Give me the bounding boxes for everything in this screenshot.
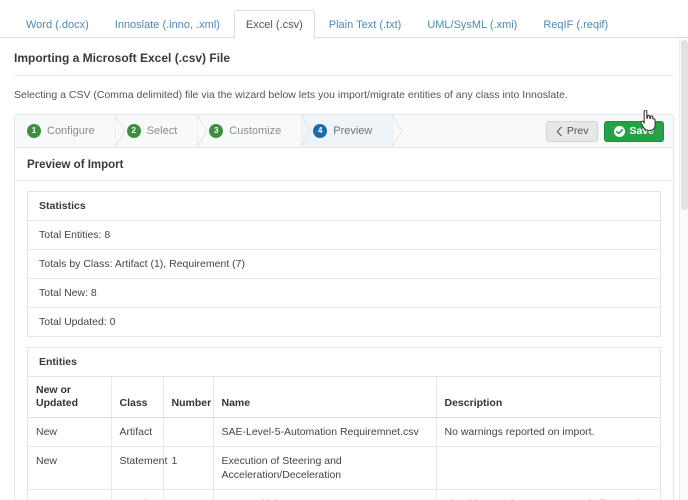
wizard-step-select[interactable]: 2 Select — [115, 115, 198, 147]
cell-description: The driver assistance system shall steer… — [436, 490, 660, 500]
preview-panel: Preview of Import Statistics Total Entit… — [14, 148, 674, 500]
entities-heading: Entities — [28, 348, 660, 377]
cell-number: 1 — [163, 447, 213, 490]
step-number-badge: 3 — [209, 124, 223, 138]
save-button-label: Save — [629, 126, 654, 137]
cell-description — [436, 447, 660, 490]
step-number-badge: 1 — [27, 124, 41, 138]
column-header-class: Class — [111, 377, 163, 418]
save-button[interactable]: Save — [604, 121, 664, 142]
check-circle-icon — [614, 126, 625, 137]
step-chevron-icon — [115, 115, 125, 147]
step-chevron-icon — [301, 115, 311, 147]
page-scrollbar-track[interactable] — [679, 38, 688, 500]
tab-excel-csv[interactable]: Excel (.csv) — [234, 10, 315, 39]
page-title: Importing a Microsoft Excel (.csv) File — [14, 50, 674, 66]
wizard-step-configure[interactable]: 1 Configure — [15, 115, 115, 147]
cell-status: New — [28, 418, 111, 447]
column-header-name: Name — [213, 377, 436, 418]
preview-panel-body: Statistics Total Entities: 8 Totals by C… — [15, 181, 673, 500]
table-row[interactable]: New Artifact SAE-Level-5-Automation Requ… — [28, 418, 660, 447]
statistics-row-total-new: Total New: 8 — [28, 279, 660, 308]
statistics-row-total-updated: Total Updated: 0 — [28, 308, 660, 337]
tab-word-docx[interactable]: Word (.docx) — [14, 10, 101, 38]
tab-label: Excel (.csv) — [246, 19, 303, 31]
wizard-step-customize[interactable]: 3 Customize — [197, 115, 301, 147]
chevron-left-icon — [556, 127, 563, 136]
prev-button[interactable]: Prev — [546, 121, 599, 142]
tab-label: ReqIF (.reqif) — [543, 19, 608, 31]
entities-table: New or Updated Class Number Name Descrip… — [28, 377, 660, 500]
column-header-new-or-updated: New or Updated — [28, 377, 111, 418]
page-description: Selecting a CSV (Comma delimited) file v… — [0, 76, 688, 114]
tab-innoslate-inno-xml[interactable]: Innoslate (.inno, .xml) — [103, 10, 232, 38]
table-row[interactable]: New Requirement 1.1 Steer Vehicle The dr… — [28, 490, 660, 500]
entities-table-header: New or Updated Class Number Name Descrip… — [28, 377, 660, 418]
statistics-box: Statistics Total Entities: 8 Totals by C… — [27, 191, 661, 337]
column-header-number: Number — [163, 377, 213, 418]
step-label: Preview — [333, 125, 372, 137]
page-scrollbar-thumb[interactable] — [681, 40, 688, 210]
wizard-step-preview[interactable]: 4 Preview — [301, 115, 392, 147]
prev-button-label: Prev — [567, 126, 589, 137]
statistics-heading: Statistics — [28, 192, 660, 221]
cell-name: SAE-Level-5-Automation Requiremnet.csv — [213, 418, 436, 447]
tab-plain-text-txt[interactable]: Plain Text (.txt) — [317, 10, 414, 38]
wizard-steps: 1 Configure 2 Select 3 Customize — [15, 115, 546, 147]
cell-status: New — [28, 447, 111, 490]
cell-name: Execution of Steering and Acceleration/D… — [213, 447, 436, 490]
cell-number — [163, 418, 213, 447]
tab-label: Plain Text (.txt) — [329, 19, 402, 31]
import-wizard-page: Word (.docx) Innoslate (.inno, .xml) Exc… — [0, 0, 688, 500]
tab-label: Innoslate (.inno, .xml) — [115, 19, 220, 31]
table-header-row: New or Updated Class Number Name Descrip… — [28, 377, 660, 418]
page-header: Importing a Microsoft Excel (.csv) File — [0, 38, 688, 76]
tab-reqif[interactable]: ReqIF (.reqif) — [531, 10, 620, 38]
step-label: Configure — [47, 125, 95, 137]
step-chevron-icon — [392, 115, 402, 147]
cell-name: Steer Vehicle — [213, 490, 436, 500]
preview-panel-title: Preview of Import — [15, 148, 673, 181]
step-number-badge: 4 — [313, 124, 327, 138]
cell-class: Requirement — [111, 490, 163, 500]
format-tab-bar: Word (.docx) Innoslate (.inno, .xml) Exc… — [0, 0, 688, 38]
tab-label: UML/SysML (.xmi) — [427, 19, 517, 31]
entities-table-body: New Artifact SAE-Level-5-Automation Requ… — [28, 418, 660, 500]
table-row[interactable]: New Statement 1 Execution of Steering an… — [28, 447, 660, 490]
entities-box: Entities New or Updated Class Number Nam… — [27, 347, 661, 500]
step-label: Select — [147, 125, 178, 137]
cell-class: Statement — [111, 447, 163, 490]
tab-uml-sysml-xmi[interactable]: UML/SysML (.xmi) — [415, 10, 529, 38]
statistics-row-totals-by-class: Totals by Class: Artifact (1), Requireme… — [28, 250, 660, 279]
tab-label: Word (.docx) — [26, 19, 89, 31]
cell-class: Artifact — [111, 418, 163, 447]
column-header-description: Description — [436, 377, 660, 418]
wizard-actions: Prev Save — [546, 115, 673, 147]
cell-description: No warnings reported on import. — [436, 418, 660, 447]
step-chevron-icon — [197, 115, 207, 147]
statistics-row-total-entities: Total Entities: 8 — [28, 221, 660, 250]
step-number-badge: 2 — [127, 124, 141, 138]
wizard-step-bar: 1 Configure 2 Select 3 Customize — [14, 114, 674, 148]
step-label: Customize — [229, 125, 281, 137]
cell-status: New — [28, 490, 111, 500]
